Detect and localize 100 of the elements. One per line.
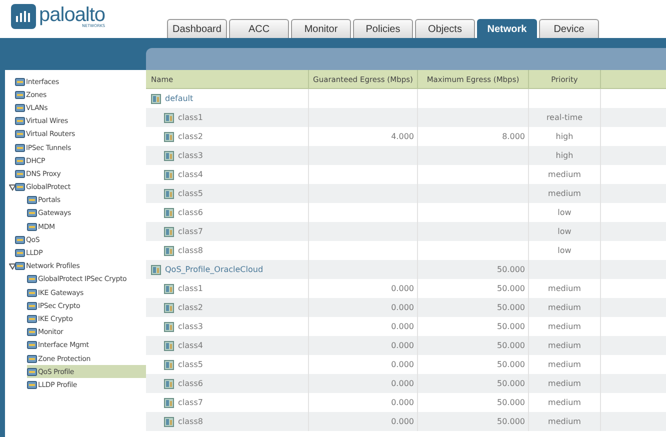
table-cell: real-time [546, 113, 583, 122]
expand-toggle-icon[interactable] [9, 184, 16, 191]
table-cell: 0.000 [391, 322, 414, 331]
table-cell: medium [548, 379, 581, 388]
table-cell: medium [548, 322, 581, 331]
panel-icon [15, 168, 25, 179]
class-icon [164, 416, 174, 426]
table-cell: 50.000 [497, 417, 525, 426]
panel-icon [27, 327, 37, 338]
class-icon [164, 188, 174, 198]
name-cell: class6 [178, 208, 203, 217]
class-icon [164, 170, 174, 180]
table-cell: high [556, 151, 574, 160]
table-cell: 50.000 [497, 284, 525, 293]
expand-toggle-icon[interactable] [9, 262, 16, 270]
table-cell: medium [548, 303, 581, 312]
name-cell: class1 [178, 113, 203, 122]
logo-icon [11, 4, 36, 28]
panel-icon [15, 129, 25, 140]
class-icon [164, 284, 174, 294]
nav-tab[interactable]: Network [477, 19, 537, 38]
profile-icon [151, 94, 161, 104]
panel-icon [15, 116, 25, 126]
panel-icon [15, 156, 25, 166]
name-cell: class4 [178, 170, 203, 179]
table-cell: medium [548, 360, 581, 369]
nav-tab[interactable]: Monitor [291, 19, 351, 38]
table-cell: 50.000 [497, 360, 525, 369]
class-icon [164, 378, 174, 388]
class-icon [164, 302, 174, 312]
name-cell: class8 [178, 246, 203, 255]
panel-icon [27, 380, 37, 390]
table-cell: medium [548, 284, 581, 293]
table-cell: 50.000 [497, 379, 525, 388]
table-cell: 50.000 [497, 303, 525, 312]
table-cell: 0.000 [391, 341, 414, 350]
class-icon [164, 132, 174, 142]
class-icon [164, 208, 174, 218]
panel-icon [27, 195, 37, 206]
table-cell: 0.000 [391, 379, 414, 388]
class-icon [164, 112, 174, 122]
table-cell: high [556, 132, 574, 141]
nav-tab[interactable]: ACC [229, 19, 289, 38]
panel-icon [27, 366, 37, 377]
table-cell: 4.000 [391, 132, 414, 141]
nav-tab[interactable]: Policies [353, 19, 413, 38]
table-cell: 0.000 [391, 417, 414, 426]
table-cell: medium [548, 170, 581, 179]
table-cell: 50.000 [497, 322, 525, 331]
name-cell: class7 [178, 398, 203, 407]
class-icon [164, 322, 174, 332]
name-cell: class6 [178, 379, 203, 388]
class-icon [164, 150, 174, 160]
table-cell: low [558, 208, 572, 217]
table-cell: 50.000 [497, 398, 525, 407]
name-cell: class3 [178, 151, 203, 160]
table-cell: 0.000 [391, 360, 414, 369]
panel-icon [15, 142, 25, 153]
nav-tab[interactable]: Objects [415, 19, 475, 38]
panel-icon [27, 314, 37, 324]
panel-icon [27, 222, 37, 232]
name-cell: class1 [178, 284, 203, 293]
panel-icon [15, 90, 25, 100]
class-icon [164, 246, 174, 256]
panel-icon [27, 288, 37, 298]
table-cell: medium [548, 189, 581, 198]
nav-tab[interactable]: Device [539, 19, 599, 38]
panel-icon [27, 300, 37, 311]
panel-icon [15, 234, 25, 245]
panel-icon [15, 102, 25, 113]
table-cell: 50.000 [497, 341, 525, 350]
profile-icon [151, 264, 161, 274]
table-cell: low [558, 246, 572, 255]
name-cell: class4 [178, 341, 203, 350]
table-cell: medium [548, 341, 581, 350]
panel-icon [27, 274, 37, 284]
panel-icon [15, 76, 25, 87]
class-icon [164, 360, 174, 370]
panel-icon [27, 354, 37, 364]
name-cell: class2 [178, 132, 203, 141]
name-cell: class3 [178, 322, 203, 331]
name-cell: class5 [178, 360, 203, 369]
table-cell: medium [548, 398, 581, 407]
table-cell: medium [548, 417, 581, 426]
name-cell: class8 [178, 417, 203, 426]
table-cell: 0.000 [391, 398, 414, 407]
panel-icon [27, 208, 37, 218]
name-cell: class5 [178, 189, 203, 198]
name-cell: class2 [178, 303, 203, 312]
panel-icon [15, 182, 25, 192]
table-cell: 0.000 [391, 284, 414, 293]
nav-tab[interactable]: Dashboard [167, 19, 227, 38]
class-icon [164, 398, 174, 408]
table-cell: 50.000 [497, 265, 525, 274]
panel-icon [15, 248, 25, 258]
table-cell: low [558, 227, 572, 236]
panel-icon [27, 340, 37, 350]
logo-name: paloalto [39, 4, 106, 24]
table-cell: 0.000 [391, 303, 414, 312]
name-cell: default [165, 94, 194, 103]
